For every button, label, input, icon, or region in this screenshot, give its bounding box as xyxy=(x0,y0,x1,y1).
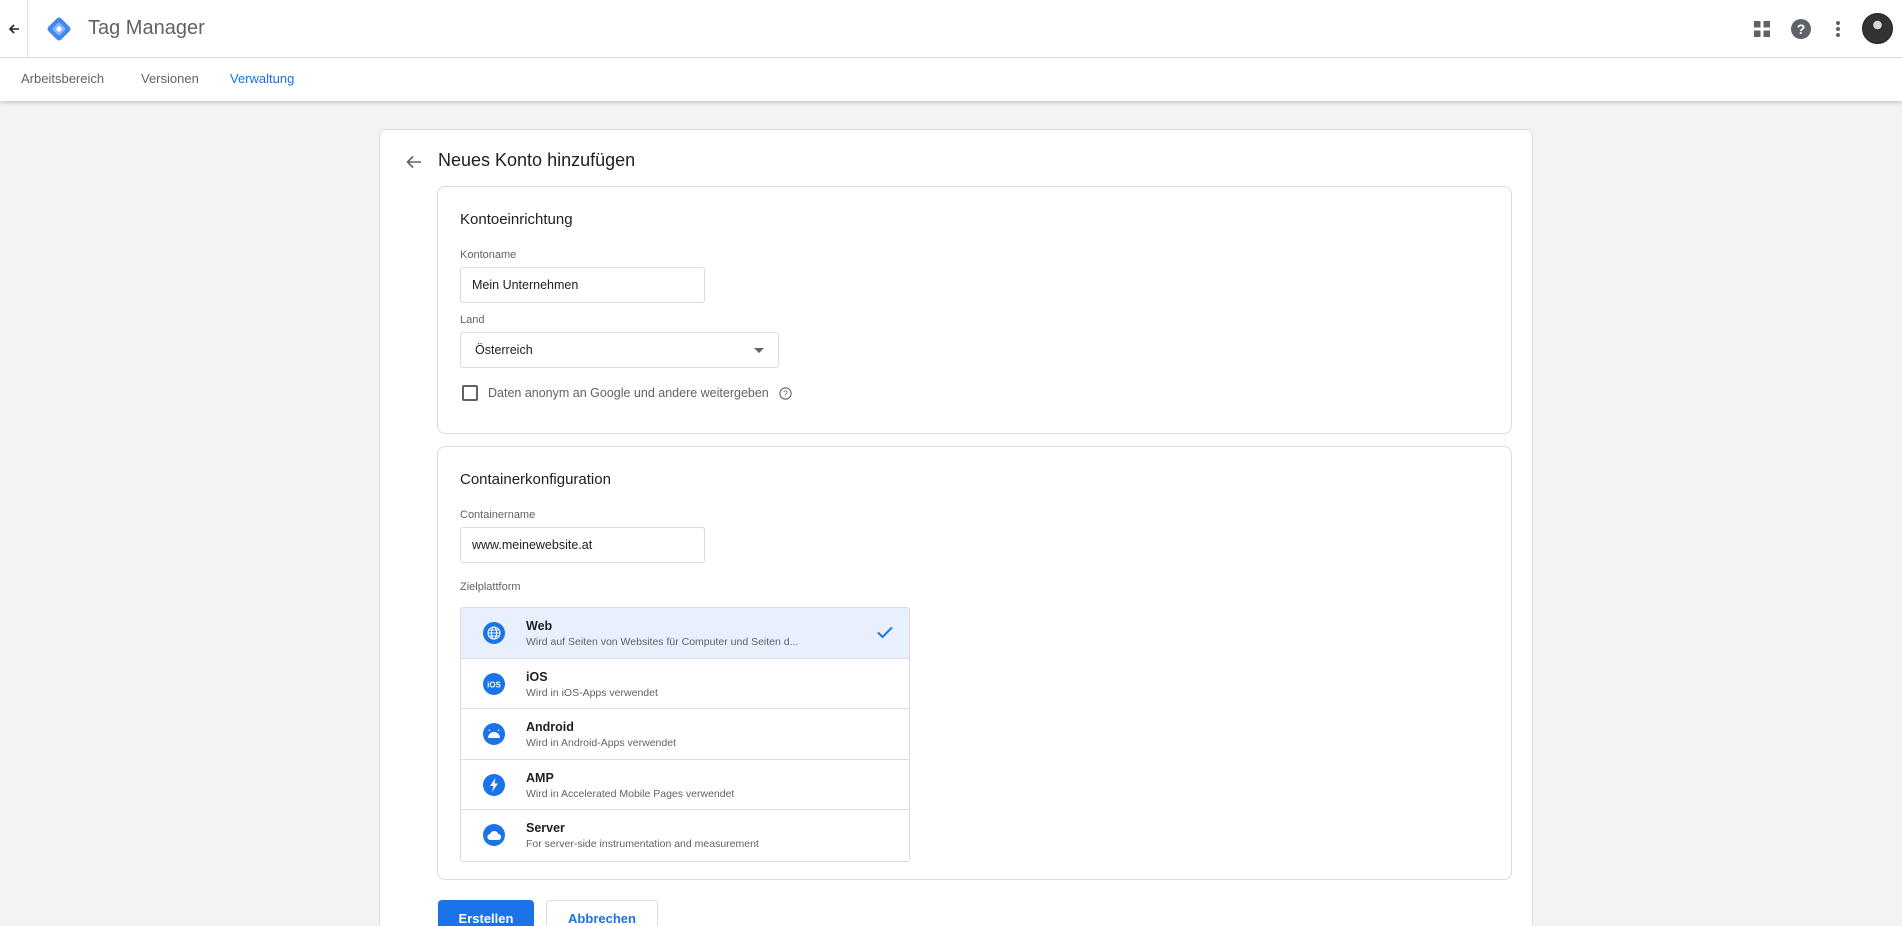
platform-description: Wird in iOS-Apps verwendet xyxy=(526,686,658,699)
new-account-card: Neues Konto hinzufügen Kontoeinrichtung … xyxy=(379,129,1533,926)
platform-option-server[interactable]: Server For server-side instrumentation a… xyxy=(461,810,909,861)
target-platform-label: Zielplattform xyxy=(460,581,521,593)
platform-description: Wird in Accelerated Mobile Pages verwend… xyxy=(526,787,735,800)
account-setup-section: Kontoeinrichtung Kontoname Land Österrei… xyxy=(437,186,1512,434)
share-data-checkbox[interactable] xyxy=(462,385,478,401)
page-title: Neues Konto hinzufügen xyxy=(438,150,636,170)
container-setup-section: Containerkonfiguration Containername Zie… xyxy=(437,446,1512,880)
section-title: Kontoeinrichtung xyxy=(460,211,573,228)
platform-name: AMP xyxy=(526,770,554,785)
help-outline-icon[interactable]: ? xyxy=(779,386,792,400)
svg-text:iOS: iOS xyxy=(487,680,501,689)
create-button[interactable]: Erstellen xyxy=(438,900,534,926)
tab-bar: Arbeitsbereich Versionen Verwaltung xyxy=(0,58,1902,101)
more-vert-icon[interactable] xyxy=(1825,16,1851,42)
apps-grid-icon[interactable] xyxy=(1749,16,1775,42)
platform-list: Web Wird auf Seiten von Websites für Com… xyxy=(460,607,910,862)
platform-description: For server-side instrumentation and meas… xyxy=(526,838,759,850)
app-title: Tag Manager xyxy=(88,17,205,39)
account-name-input[interactable] xyxy=(460,267,705,303)
country-select-value: Österreich xyxy=(475,343,533,357)
platform-option-amp[interactable]: AMP Wird in Accelerated Mobile Pages ver… xyxy=(461,759,909,810)
tab-versionen[interactable]: Versionen xyxy=(141,71,199,86)
tab-arbeitsbereich[interactable]: Arbeitsbereich xyxy=(21,71,104,86)
container-name-input[interactable] xyxy=(460,527,705,563)
tab-verwaltung[interactable]: Verwaltung xyxy=(230,71,294,86)
check-icon xyxy=(877,626,893,639)
platform-option-android[interactable]: Android Wird in Android-Apps verwendet xyxy=(461,709,909,760)
country-select[interactable]: Österreich xyxy=(460,332,779,368)
platform-description: Wird auf Seiten von Websites für Compute… xyxy=(526,636,799,648)
app-bar: Tag Manager ? xyxy=(0,0,1902,58)
avatar[interactable] xyxy=(1862,13,1893,44)
back-arrow-icon[interactable] xyxy=(0,0,28,58)
svg-text:?: ? xyxy=(783,388,788,398)
tag-manager-logo-icon xyxy=(47,17,71,41)
account-name-label: Kontoname xyxy=(460,249,517,261)
help-icon[interactable]: ? xyxy=(1788,16,1814,42)
platform-name: iOS xyxy=(526,669,548,684)
svg-text:?: ? xyxy=(1797,21,1806,37)
container-name-label: Containername xyxy=(460,509,536,521)
cloud-icon xyxy=(483,824,505,846)
platform-name: Android xyxy=(526,720,574,734)
share-data-row: Daten anonym an Google und andere weiter… xyxy=(462,385,792,401)
country-label: Land xyxy=(460,314,485,326)
platform-option-ios[interactable]: iOS iOS Wird in iOS-Apps verwendet xyxy=(461,658,909,709)
platform-name: Server xyxy=(526,821,565,835)
section-title: Containerkonfiguration xyxy=(460,471,611,488)
globe-icon xyxy=(483,622,505,644)
back-arrow-icon[interactable] xyxy=(402,150,426,174)
platform-description: Wird in Android-Apps verwendet xyxy=(526,737,676,749)
chevron-down-icon xyxy=(754,347,764,353)
platform-name: Web xyxy=(526,619,553,633)
android-icon xyxy=(483,723,505,745)
cancel-button[interactable]: Abbrechen xyxy=(546,900,658,926)
share-data-label: Daten anonym an Google und andere weiter… xyxy=(488,386,769,400)
amp-bolt-icon xyxy=(483,773,505,796)
ios-icon: iOS xyxy=(483,672,505,695)
platform-option-web[interactable]: Web Wird auf Seiten von Websites für Com… xyxy=(461,608,909,659)
